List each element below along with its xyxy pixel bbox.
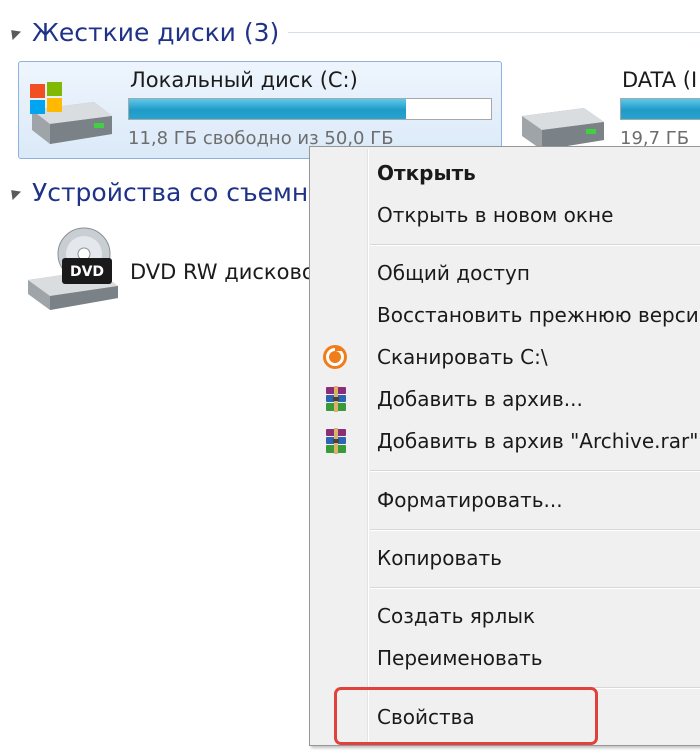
menu-item-create-shortcut[interactable]: Создать ярлык bbox=[312, 596, 700, 636]
drive-c-name: Локальный диск (C:) bbox=[130, 68, 358, 92]
winrar-icon bbox=[326, 428, 346, 454]
menu-separator bbox=[370, 470, 700, 472]
collapse-triangle-icon[interactable] bbox=[6, 185, 22, 201]
menu-item-open-new-window[interactable]: Открыть в новом окне bbox=[312, 195, 700, 235]
winrar-icon bbox=[326, 386, 346, 412]
menu-item-format[interactable]: Форматировать... bbox=[312, 480, 700, 520]
antivirus-icon bbox=[323, 345, 347, 369]
menu-item-create-shortcut-label: Создать ярлык bbox=[377, 604, 536, 628]
menu-item-copy-label: Копировать bbox=[377, 546, 502, 570]
highlight-box bbox=[334, 687, 598, 745]
menu-item-open[interactable]: Открыть bbox=[312, 153, 700, 193]
menu-item-format-label: Форматировать... bbox=[377, 488, 563, 512]
menu-item-open-label: Открыть bbox=[377, 161, 476, 185]
menu-item-add-archive-label: Добавить в архив... bbox=[377, 387, 583, 411]
menu-item-sharing-label: Общий доступ bbox=[377, 261, 530, 285]
group-title-hard-drives: Жесткие диски (3) bbox=[32, 17, 280, 47]
dvd-drive-icon: DVD bbox=[28, 227, 118, 310]
menu-item-rename[interactable]: Переименовать bbox=[312, 638, 700, 678]
menu-item-open-new-window-label: Открыть в новом окне bbox=[377, 203, 614, 227]
hard-drive-icon bbox=[522, 108, 604, 150]
group-title-removable: Устройства со съемн bbox=[32, 177, 309, 207]
menu-separator bbox=[370, 244, 700, 246]
drive-c-usage-fill bbox=[129, 99, 406, 119]
menu-item-scan-label: Сканировать C:\ bbox=[377, 345, 548, 369]
menu-item-restore-previous-label: Восстановить прежнюю верси bbox=[377, 303, 699, 327]
drive-data-usage-fill bbox=[621, 99, 700, 119]
group-divider bbox=[288, 32, 700, 33]
menu-item-add-archive[interactable]: Добавить в архив... bbox=[312, 379, 700, 419]
menu-item-scan[interactable]: Сканировать C:\ bbox=[312, 337, 700, 377]
menu-separator bbox=[370, 529, 700, 531]
menu-item-sharing[interactable]: Общий доступ bbox=[312, 253, 700, 293]
drive-data-usage-bar bbox=[620, 98, 700, 120]
drive-data-name[interactable]: DATA (I bbox=[622, 68, 697, 92]
menu-item-add-archive-rar-label: Добавить в архив "Archive.rar" bbox=[377, 429, 699, 453]
windows-drive-icon bbox=[30, 82, 112, 144]
menu-item-copy[interactable]: Копировать bbox=[312, 538, 700, 578]
menu-item-restore-previous[interactable]: Восстановить прежнюю верси bbox=[312, 295, 700, 335]
menu-item-add-archive-rar[interactable]: Добавить в архив "Archive.rar" bbox=[312, 421, 700, 461]
menu-item-rename-label: Переименовать bbox=[377, 646, 543, 670]
drive-dvd-name[interactable]: DVD RW дисково bbox=[130, 260, 315, 284]
drive-c-usage-bar bbox=[128, 98, 492, 120]
dvd-badge: DVD bbox=[70, 264, 104, 280]
context-menu: Открыть Открыть в новом окне Общий досту… bbox=[309, 146, 700, 746]
collapse-triangle-icon[interactable] bbox=[6, 25, 22, 41]
group-header-hard-drives[interactable]: Жесткие диски (3) bbox=[0, 12, 700, 52]
menu-separator bbox=[370, 587, 700, 589]
